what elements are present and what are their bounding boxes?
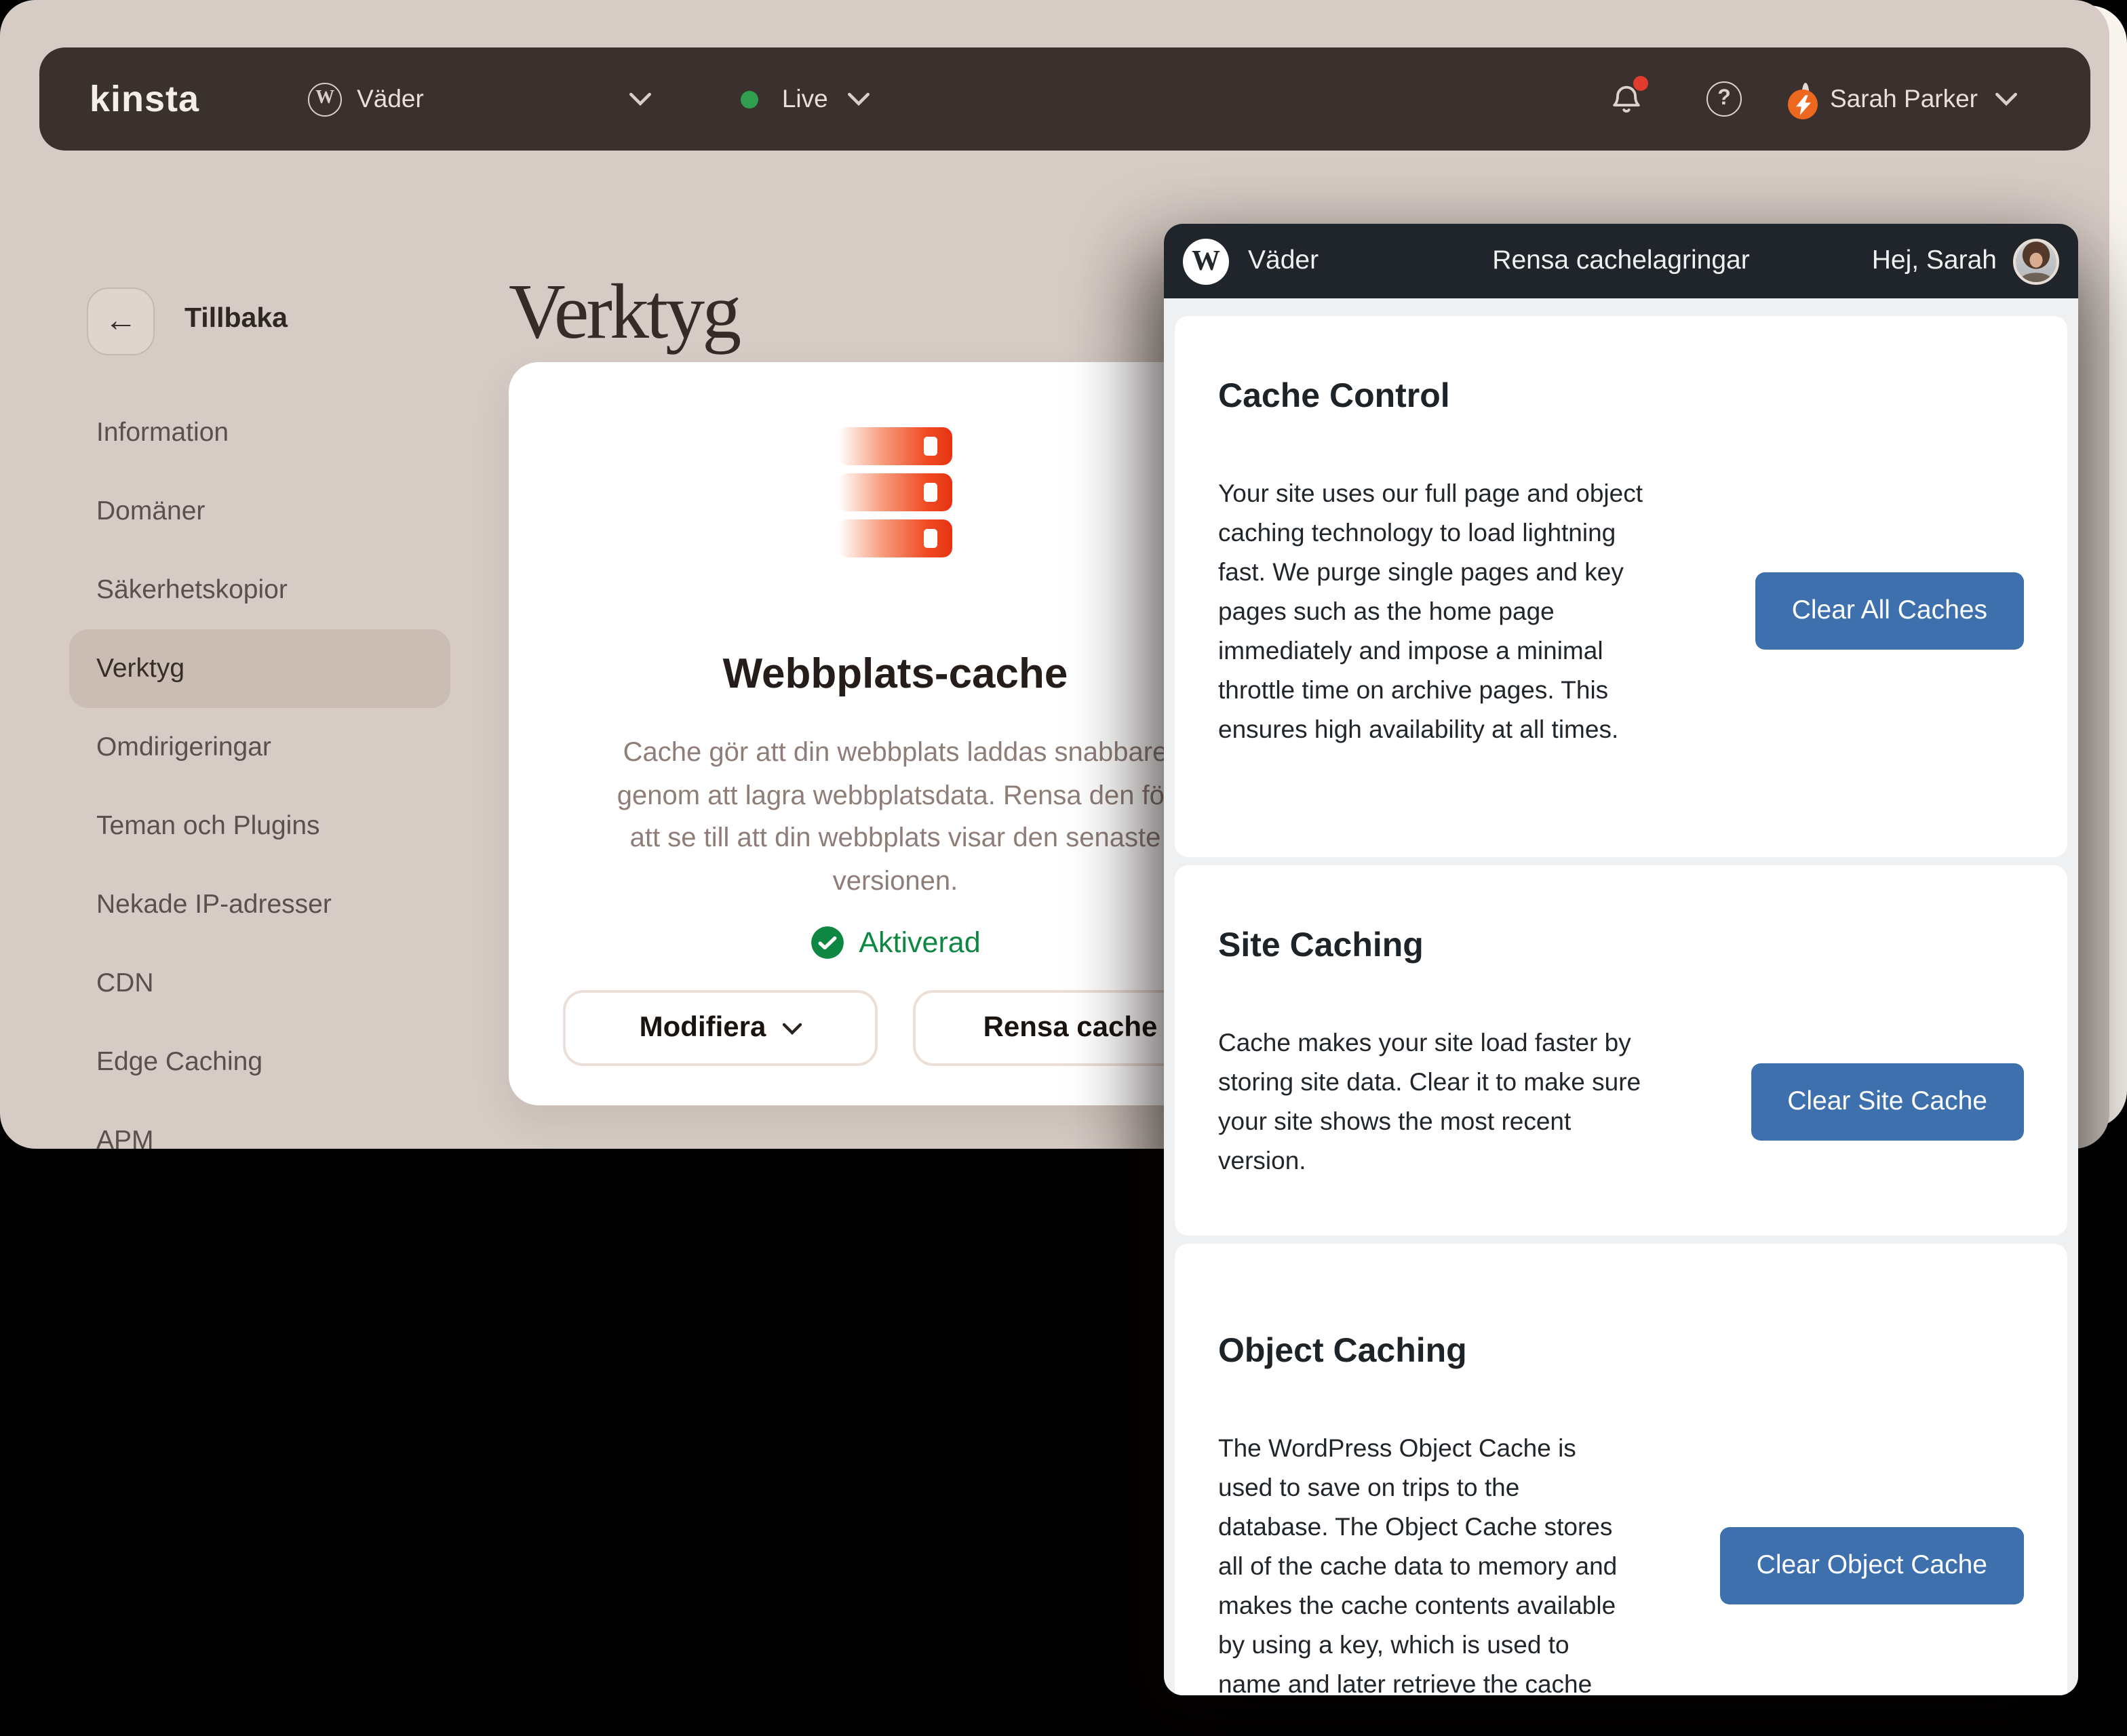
site-caching-section: Site Caching Cache makes your site load … [1175,865,2067,1236]
site-sidebar: Information Domäner Säkerhetskopior Verk… [69,393,450,1149]
section-text: Your site uses our full page and object … [1218,473,1723,749]
screenshot-stage: kinsta W Väder Live ? [0,0,2127,1736]
sidebar-item-verktyg[interactable]: Verktyg [69,629,450,708]
environment-selector-label[interactable]: Live [782,84,828,114]
clear-all-caches-button[interactable]: Clear All Caches [1755,572,2024,650]
sidebar-item-information[interactable]: Information [69,393,450,472]
section-text: Cache makes your site load faster by sto… [1218,1023,1723,1180]
section-title: Site Caching [1218,925,2024,966]
wp-admin-overlay-panel: W Väder Rensa cachelagringar Hej, Sarah … [1164,224,2078,1695]
card-description: Cache gör att din webbplats laddas snabb… [589,732,1202,903]
arrow-left-icon: ← [104,302,137,340]
kinsta-logo: kinsta [90,78,199,120]
site-selector-label[interactable]: Väder [357,84,424,114]
sidebar-item-domaner[interactable]: Domäner [69,472,450,551]
top-navbar: kinsta W Väder Live ? [39,47,2090,151]
chevron-down-icon[interactable] [1995,92,2017,106]
lightning-badge-icon [1788,90,1818,119]
chevron-down-icon [782,1022,801,1034]
clear-object-cache-button[interactable]: Clear Object Cache [1720,1527,2024,1604]
help-button[interactable]: ? [1706,81,1742,117]
section-title: Object Caching [1218,1330,2024,1371]
sidebar-item-apm[interactable]: APM [69,1101,450,1149]
section-title: Cache Control [1218,376,2024,416]
status-badge: Aktiverad [859,926,980,960]
cache-control-section: Cache Control Your site uses our full pa… [1175,316,2067,857]
server-stack-icon [838,427,952,557]
notifications-button[interactable] [1609,81,1644,117]
user-avatar-button[interactable] [1801,87,1810,111]
clear-site-cache-button[interactable]: Clear Site Cache [1751,1063,2024,1140]
sidebar-item-cdn[interactable]: CDN [69,944,450,1023]
section-text: The WordPress Object Cache is used to sa… [1218,1428,1720,1695]
chevron-down-icon[interactable] [630,92,652,106]
wordpress-icon: W [308,82,342,116]
avatar [2013,238,2059,284]
sidebar-item-nekade-ip-adresser[interactable]: Nekade IP-adresser [69,865,450,944]
sidebar-item-sakerhetskopior[interactable]: Säkerhetskopior [69,551,450,629]
wp-site-name[interactable]: Väder [1248,245,1319,277]
back-button[interactable]: ← [87,288,155,355]
wp-greeting: Hej, Sarah [1872,245,1997,277]
chevron-down-icon[interactable] [848,92,870,106]
modify-button[interactable]: Modifiera [563,990,878,1066]
live-status-dot [741,90,759,108]
wp-panel-body: Cache Control Your site uses our full pa… [1164,298,2078,1695]
sidebar-item-teman-och-plugins[interactable]: Teman och Plugins [69,787,450,865]
object-caching-section: Object Caching The WordPress Object Cach… [1175,1244,2067,1695]
notification-badge [1633,76,1648,91]
wp-admin-bar: W Väder Rensa cachelagringar Hej, Sarah [1164,224,2078,298]
sidebar-item-edge-caching[interactable]: Edge Caching [69,1023,450,1101]
page-title: Verktyg [509,266,739,357]
wordpress-logo-icon[interactable]: W [1183,238,1229,284]
navbar-right-group: ? Sarah Parker [1609,81,2017,117]
user-name[interactable]: Sarah Parker [1830,84,1978,114]
wp-clear-caches-menu-item[interactable]: Rensa cachelagringar [1492,245,1749,277]
sidebar-item-omdirigeringar[interactable]: Omdirigeringar [69,708,450,787]
check-circle-icon [810,925,845,960]
wp-user-menu[interactable]: Hej, Sarah [1872,238,2059,284]
back-label: Tillbaka [184,302,288,335]
